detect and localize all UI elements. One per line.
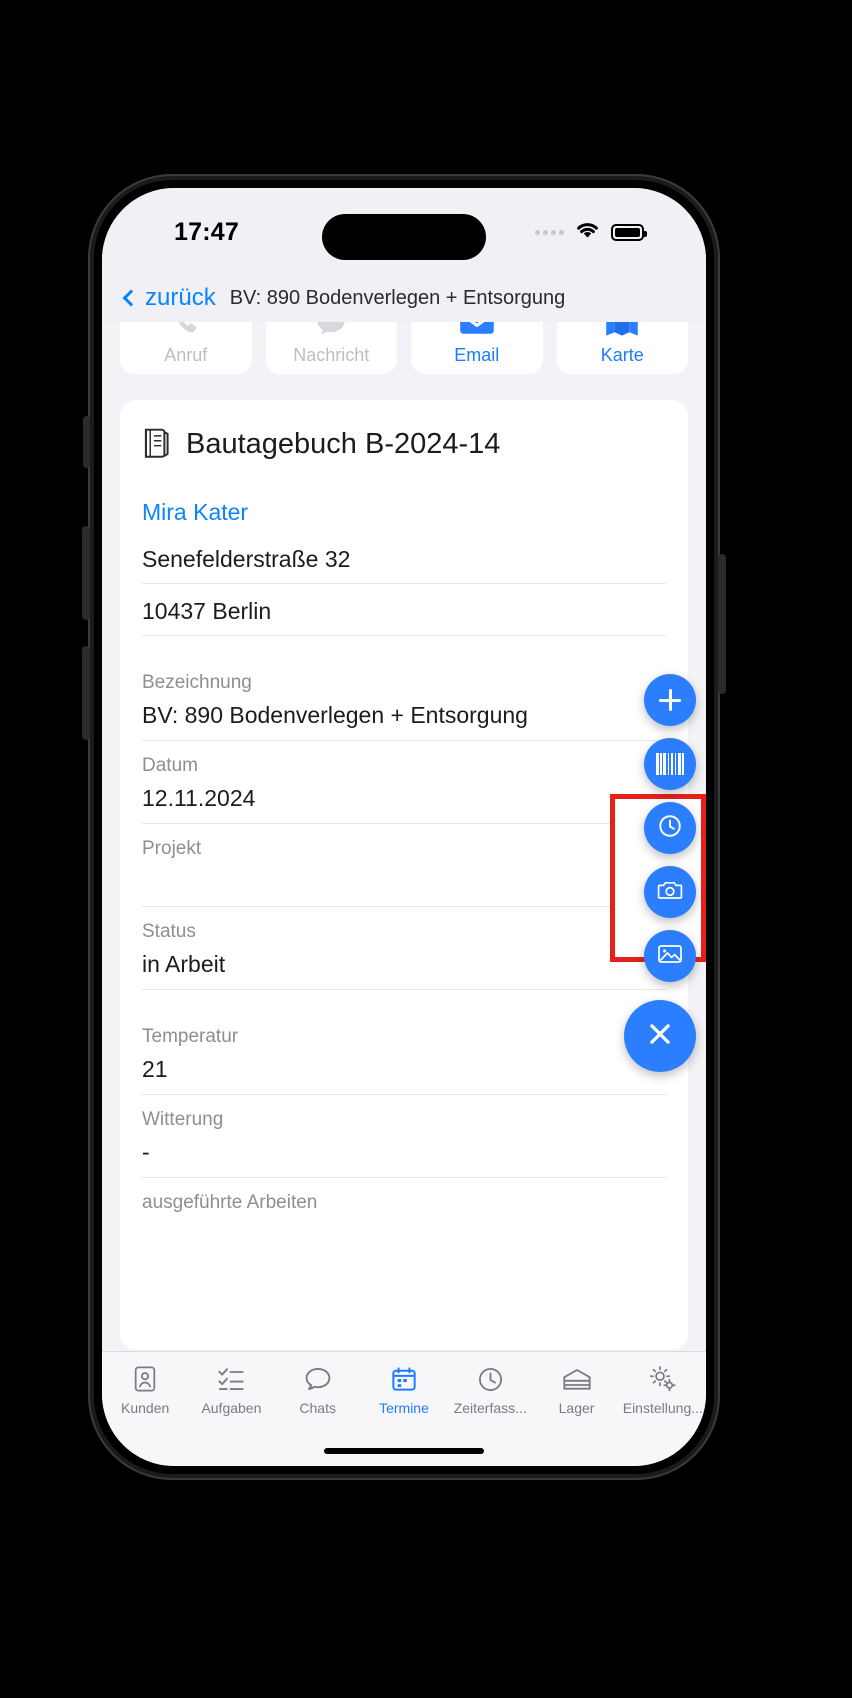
status-time: 17:47 xyxy=(174,218,239,246)
plus-icon xyxy=(659,689,681,711)
back-button-label: zurück xyxy=(145,284,216,311)
address-city-row[interactable]: 10437 Berlin xyxy=(142,584,666,636)
clock-icon xyxy=(657,813,683,844)
field-value: in Arbeit xyxy=(142,951,226,977)
gears-icon xyxy=(648,1364,678,1394)
tab-aufgaben[interactable]: Aufgaben xyxy=(188,1364,274,1416)
address-street-value: Senefelderstraße 32 xyxy=(142,546,351,572)
phone-icon xyxy=(171,322,201,339)
floating-action-buttons xyxy=(624,674,696,1072)
tab-einstellungen[interactable]: Einstellung... xyxy=(620,1364,706,1416)
field-label: Status xyxy=(142,921,196,942)
checklist-icon xyxy=(217,1364,245,1394)
field-datum[interactable]: Datum 12.11.2024 xyxy=(142,741,666,824)
tab-label: Termine xyxy=(379,1400,429,1416)
tab-lager[interactable]: Lager xyxy=(533,1364,619,1416)
mute-switch[interactable] xyxy=(83,416,90,468)
camera-icon xyxy=(657,878,683,907)
page-title: BV: 890 Bodenverlegen + Entsorgung xyxy=(229,286,566,309)
tab-chats[interactable]: Chats xyxy=(275,1364,361,1416)
calendar-icon xyxy=(391,1364,417,1394)
volume-down-button[interactable] xyxy=(82,646,90,740)
journal-book-icon xyxy=(142,426,172,463)
tab-zeiterfassung[interactable]: Zeiterfass... xyxy=(447,1364,533,1416)
chat-bubble-icon xyxy=(315,322,347,339)
card-header: Bautagebuch B-2024-14 xyxy=(120,400,688,481)
barcode-icon xyxy=(656,753,684,775)
field-bezeichnung[interactable]: Bezeichnung BV: 890 Bodenverlegen + Ents… xyxy=(142,658,666,741)
field-value: 21 xyxy=(142,1056,168,1082)
tab-termine[interactable]: Termine xyxy=(361,1364,447,1416)
scroll-content[interactable]: Anruf Nachricht Email Karte Bautagebuch … xyxy=(102,322,706,1399)
field-label: Temperatur xyxy=(142,1026,239,1047)
barcode-scan-fab[interactable] xyxy=(644,738,696,790)
envelope-icon xyxy=(459,322,495,339)
gallery-fab[interactable] xyxy=(644,930,696,982)
close-x-icon xyxy=(645,1019,675,1054)
back-button[interactable]: zurück xyxy=(120,284,216,312)
tab-label: Zeiterfass... xyxy=(453,1400,527,1416)
time-tracking-fab[interactable] xyxy=(644,802,696,854)
tile-email[interactable]: Email xyxy=(411,322,543,374)
phone-screen: 17:47 zurück BV: 890 Bodenverlegen + Ent… xyxy=(102,188,706,1466)
field-value: 12.11.2024 xyxy=(142,785,256,811)
warehouse-icon xyxy=(562,1364,592,1394)
field-label: Bezeichnung xyxy=(142,672,252,693)
tile-label: Email xyxy=(454,345,500,365)
tab-kunden[interactable]: Kunden xyxy=(102,1364,188,1416)
tile-nachricht[interactable]: Nachricht xyxy=(265,322,397,374)
tile-anruf[interactable]: Anruf xyxy=(120,322,252,374)
field-label: Projekt xyxy=(142,838,202,859)
address-street-row[interactable]: Senefelderstraße 32 xyxy=(142,532,666,584)
bottom-tab-bar: Kunden Aufgaben Chats Termine Zeiterfass… xyxy=(102,1351,706,1466)
contact-name-link[interactable]: Mira Kater xyxy=(120,481,688,532)
clock-icon xyxy=(477,1364,504,1394)
camera-fab[interactable] xyxy=(644,866,696,918)
dynamic-island xyxy=(322,214,486,260)
tile-karte[interactable]: Karte xyxy=(556,322,688,374)
field-label: Witterung xyxy=(142,1109,224,1130)
map-icon xyxy=(605,322,639,339)
field-value: - xyxy=(142,1139,150,1165)
field-ausgefuehrte-arbeiten[interactable]: ausgeführte Arbeiten xyxy=(142,1178,666,1232)
wifi-icon xyxy=(574,220,601,245)
photo-image-icon xyxy=(657,942,683,971)
field-projekt[interactable]: Projekt xyxy=(142,824,666,907)
volume-up-button[interactable] xyxy=(82,526,90,620)
navigation-bar: zurück BV: 890 Bodenverlegen + Entsorgun… xyxy=(102,274,706,322)
status-bar: 17:47 xyxy=(102,188,706,274)
screenshot-canvas: 17:47 zurück BV: 890 Bodenverlegen + Ent… xyxy=(0,0,852,1698)
row-spacer xyxy=(120,990,688,1012)
field-label: ausgeführte Arbeiten xyxy=(142,1192,318,1213)
field-status[interactable]: Status in Arbeit xyxy=(142,907,666,990)
row-spacer xyxy=(120,636,688,658)
power-button[interactable] xyxy=(718,554,726,694)
quick-action-tiles: Anruf Nachricht Email Karte xyxy=(102,322,706,374)
chevron-left-icon xyxy=(122,289,140,307)
field-witterung[interactable]: Witterung - xyxy=(142,1095,666,1178)
chat-bubble-icon xyxy=(304,1364,332,1394)
field-value xyxy=(142,868,666,896)
field-value: BV: 890 Bodenverlegen + Entsorgung xyxy=(142,702,528,728)
tile-label: Karte xyxy=(600,345,644,365)
cellular-dots-icon xyxy=(535,230,564,235)
address-city-value: 10437 Berlin xyxy=(142,598,272,624)
card-title: Bautagebuch B-2024-14 xyxy=(186,428,501,460)
battery-full-icon xyxy=(611,224,647,241)
tab-label: Kunden xyxy=(121,1400,170,1416)
tab-label: Einstellung... xyxy=(622,1400,703,1416)
status-indicators xyxy=(535,220,647,245)
contact-card-icon xyxy=(132,1364,158,1394)
tab-label: Aufgaben xyxy=(201,1400,262,1416)
tab-label: Chats xyxy=(299,1400,336,1416)
bautagebuch-card: Bautagebuch B-2024-14 Mira Kater Senefel… xyxy=(120,400,688,1350)
tile-label: Nachricht xyxy=(293,345,370,365)
field-temperatur[interactable]: Temperatur 21 xyxy=(142,1012,666,1095)
field-label: Datum xyxy=(142,755,198,776)
add-fab[interactable] xyxy=(644,674,696,726)
tile-label: Anruf xyxy=(164,345,208,365)
close-fab[interactable] xyxy=(624,1000,696,1072)
home-indicator[interactable] xyxy=(324,1448,484,1454)
tab-label: Lager xyxy=(558,1400,595,1416)
